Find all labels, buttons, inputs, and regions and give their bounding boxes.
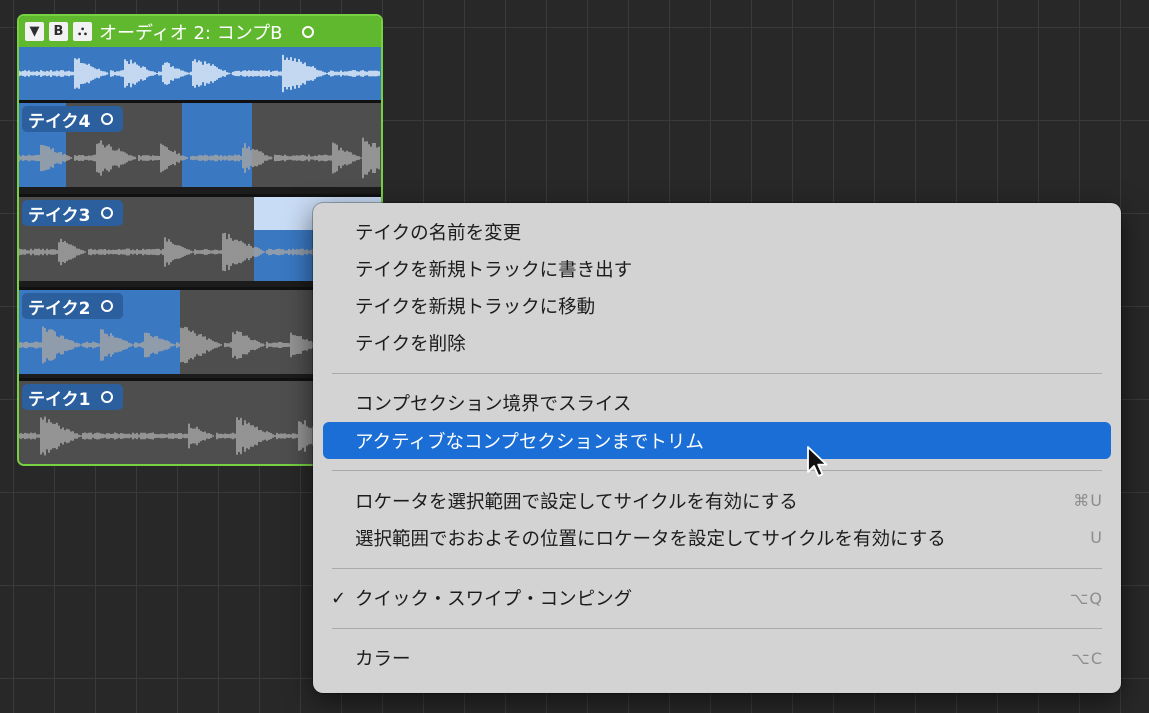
menu-item[interactable]: カラー ⌥C — [323, 640, 1111, 677]
take-folder-header[interactable]: ▼ B ⛬ オーディオ 2: コンプB — [19, 16, 381, 47]
menu-separator — [332, 627, 1102, 629]
menu-item-shortcut: ⌥Q — [1069, 588, 1103, 608]
menu-item-label: テイクの名前を変更 — [355, 222, 522, 244]
circle-icon[interactable] — [100, 113, 113, 125]
menu-item-label: コンプセクション境界でスライス — [355, 394, 632, 416]
menu-item-shortcut: U — [1090, 528, 1103, 548]
comp-waveform[interactable] — [19, 47, 381, 100]
context-menu: テイクの名前を変更テイクを新規トラックに書き出す テイクを新規トラックに移動 テイク… — [313, 203, 1121, 693]
take-label[interactable]: テイク3 — [22, 200, 123, 226]
circle-icon[interactable] — [100, 300, 113, 312]
arrow-pointer-icon — [807, 446, 828, 477]
menu-item[interactable]: テイクの名前を変更 — [323, 213, 1111, 250]
circle-icon[interactable] — [100, 207, 113, 219]
audio-waveform — [19, 54, 380, 93]
take-name: テイク3 — [28, 205, 91, 226]
menu-item[interactable]: アクティブなコンプセクションまでトリム — [323, 422, 1111, 459]
quick-swipe-comping-icon[interactable]: ⛬ — [73, 22, 92, 41]
menu-separator — [332, 372, 1102, 374]
take-lane-4[interactable]: テイク4 — [19, 100, 381, 187]
menu-item-label: ロケータを選択範囲で設定してサイクルを有効にする — [355, 491, 798, 513]
menu-item-label: テイクを新規トラックに書き出す — [355, 259, 633, 281]
checkmark-icon: ✓ — [331, 587, 347, 609]
menu-item-label: テイクを削除 — [355, 334, 466, 356]
menu-separator — [332, 470, 1102, 472]
menu-item-label: クイック・スワイプ・コンピング — [355, 589, 633, 611]
menu-item[interactable]: 選択範囲でおおよその位置にロケータを設定してサイクルを有効にする U — [323, 519, 1111, 556]
take-name: テイク4 — [28, 111, 91, 132]
circle-icon[interactable] — [100, 391, 113, 403]
take-name: テイク1 — [28, 389, 91, 410]
menu-item-shortcut: ⌘U — [1073, 491, 1103, 511]
menu-separator — [332, 567, 1102, 569]
take-folder-title: オーディオ 2: コンプB — [99, 22, 283, 44]
menu-item[interactable]: ✓ クイック・スワイプ・コンピング ⌥Q — [323, 580, 1111, 617]
comp-badge[interactable]: B — [49, 22, 68, 41]
menu-item-label: アクティブなコンプセクションまでトリム — [355, 431, 704, 453]
menu-item-label: 選択範囲でおおよその位置にロケータを設定してサイクルを有効にする — [355, 528, 946, 550]
menu-item-label: テイクを新規トラックに移動 — [355, 296, 596, 318]
circle-icon[interactable] — [301, 25, 314, 38]
menu-item-shortcut: ⌥C — [1071, 648, 1103, 668]
menu-item[interactable]: コンプセクション境界でスライス — [323, 385, 1111, 422]
menu-item[interactable]: テイクを削除 — [323, 325, 1111, 362]
menu-item[interactable]: テイクを新規トラックに移動 — [323, 287, 1111, 324]
disclosure-triangle-icon[interactable]: ▼ — [25, 22, 44, 41]
take-name: テイク2 — [28, 298, 91, 319]
take-label[interactable]: テイク1 — [22, 384, 123, 410]
take-label[interactable]: テイク4 — [22, 106, 123, 132]
menu-item-label: カラー — [355, 649, 411, 671]
audio-waveform — [19, 137, 380, 179]
menu-item[interactable]: テイクを新規トラックに書き出す — [323, 250, 1111, 287]
menu-item[interactable]: ロケータを選択範囲で設定してサイクルを有効にする ⌘U — [323, 482, 1111, 519]
take-label[interactable]: テイク2 — [22, 293, 123, 319]
